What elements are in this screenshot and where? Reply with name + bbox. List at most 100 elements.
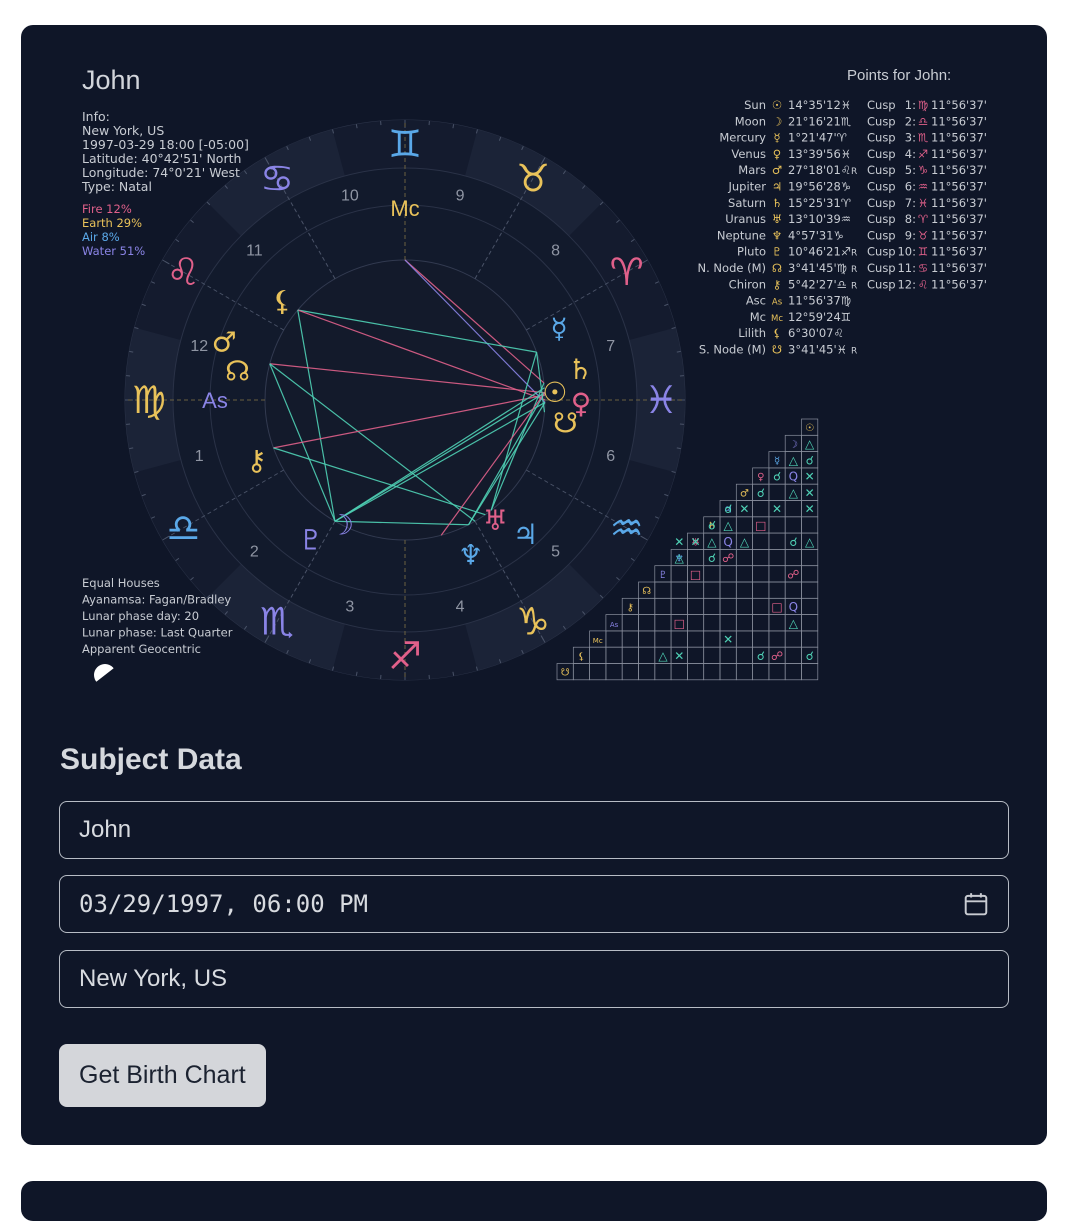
point-name: N. Node (M) — [698, 261, 766, 275]
aspect-grid-cell — [736, 566, 752, 582]
house-number: 2 — [250, 544, 259, 561]
aspect-grid-cell — [704, 631, 720, 647]
aspect-symbol-icon: ☍ — [722, 551, 734, 565]
cusp-sign-icon: ♓ — [918, 196, 928, 210]
house-number: 11 — [246, 242, 263, 259]
point-glyph-icon: ♇ — [772, 245, 782, 259]
aspect-symbol-icon: Q — [723, 535, 732, 549]
cusp-label: Cusp — [867, 131, 896, 145]
cusp-sign-icon: ♒ — [918, 180, 928, 194]
point-name: Jupiter — [728, 180, 767, 194]
aspect-grid-cell — [769, 582, 785, 598]
point-value: 15°25'31♈ — [788, 196, 852, 210]
aspect-grid-cell — [671, 566, 687, 582]
aspect-symbol-icon: △ — [805, 535, 815, 549]
aspect-grid-cell — [720, 615, 736, 631]
degree-tick — [677, 448, 681, 449]
aspect-grid-cell — [687, 598, 703, 614]
planet-icon: ☿ — [550, 312, 567, 345]
aspect-grid-cell — [736, 517, 752, 533]
cusp-number: 9: — [905, 228, 916, 242]
cusp-label: Cusp — [867, 163, 896, 177]
point-glyph-icon: ♀ — [773, 147, 781, 161]
chart-detail-line: Lunar phase: Last Quarter — [82, 626, 233, 640]
cusp-value: 11°56'37' — [931, 147, 987, 161]
aspect-symbol-icon: □ — [674, 616, 685, 630]
aspect-grid-cell — [769, 484, 785, 500]
aspect-grid-cell — [687, 631, 703, 647]
planet-icon: ⚷ — [246, 444, 267, 477]
point-name: Pluto — [737, 245, 766, 259]
datetime-input[interactable]: 03/29/1997, 06:00 PM — [59, 875, 1009, 933]
cusp-sign-icon: ♉ — [918, 228, 928, 242]
name-input[interactable] — [59, 801, 1009, 859]
points-title: Points for John: — [847, 67, 951, 84]
point-name: Sun — [744, 98, 766, 112]
point-value: 13°39'56♓ — [788, 147, 851, 161]
aspect-grid-cell — [606, 664, 622, 680]
cusp-sign-icon: ♎ — [918, 114, 928, 128]
aspect-grid-cell — [704, 664, 720, 680]
planet-icon: ☽ — [329, 509, 354, 542]
aspect-grid-cell — [753, 615, 769, 631]
aspect-grid-cell — [802, 582, 818, 598]
aspect-symbol-icon: ☌ — [789, 535, 797, 549]
info-line: Longitude: 74°0'21' West — [82, 165, 240, 180]
location-input[interactable] — [59, 950, 1009, 1008]
point-glyph-icon: Mc — [771, 314, 783, 324]
aspect-grid-point-icon: As — [610, 621, 619, 629]
cusp-value: 11°56'37' — [931, 261, 987, 275]
point-value: 11°56'37♍ — [788, 294, 851, 308]
aspect-grid-cell — [753, 501, 769, 517]
cusp-number: 4: — [905, 147, 916, 161]
aspect-symbol-icon: ☌ — [708, 518, 716, 532]
house-number: 4 — [456, 599, 465, 616]
point-glyph-icon: As — [772, 298, 783, 308]
aspect-grid-cell — [687, 549, 703, 565]
house-number: 3 — [345, 599, 354, 616]
aspect-symbol-icon: ☌ — [757, 649, 765, 663]
point-value: 19°56'28♑ — [788, 180, 851, 194]
aspect-grid-cell — [802, 615, 818, 631]
aspect-grid-cell — [671, 582, 687, 598]
aspect-grid-cell — [753, 582, 769, 598]
aspect-symbol-icon: △ — [789, 453, 799, 467]
calendar-icon[interactable] — [963, 891, 989, 917]
midheaven-label: Mc — [390, 196, 419, 221]
aspect-grid-cell — [655, 582, 671, 598]
cusp-number: 11: — [897, 261, 916, 275]
birth-chart: ♍♌♋♊♉♈♓♒♑♐♏♎123456789101112AsMc☉♄♀☿☋♅♃♆☽… — [21, 25, 1047, 725]
point-name: Neptune — [717, 228, 766, 242]
aspect-grid-cell — [802, 598, 818, 614]
point-name: S. Node (M) — [699, 343, 766, 357]
point-value: 12°59'24♊ — [788, 310, 851, 324]
aspect-grid-cell — [753, 566, 769, 582]
cusp-sign-icon: ♌ — [918, 277, 928, 291]
aspect-grid-cell — [753, 549, 769, 565]
zodiac-sign-icon: ♏ — [260, 600, 294, 644]
point-value: 21°16'21♏ — [788, 114, 851, 128]
point-value: 6°30'07♌ — [788, 326, 844, 340]
aspect-symbol-icon: ☌ — [773, 470, 781, 484]
zodiac-sign-icon: ♑ — [516, 600, 550, 644]
aspect-grid-cell — [704, 598, 720, 614]
point-glyph-icon: ♅ — [772, 212, 782, 226]
cusp-label: Cusp — [867, 147, 896, 161]
planet-icon: ♄ — [568, 353, 593, 386]
point-name: Uranus — [725, 212, 766, 226]
get-birth-chart-button[interactable]: Get Birth Chart — [59, 1044, 266, 1107]
cusp-sign-icon: ♊ — [918, 245, 928, 259]
aspect-grid-cell — [769, 615, 785, 631]
zodiac-sign-icon: ♈ — [610, 250, 644, 294]
aspect-symbol-icon: ✕ — [674, 649, 684, 663]
aspect-grid-cell — [785, 501, 801, 517]
aspect-grid-cell — [769, 533, 785, 549]
aspect-grid-point-icon: ☿ — [774, 456, 780, 467]
aspect-grid-cell — [655, 615, 671, 631]
point-glyph-icon: ☊ — [772, 261, 782, 275]
aspect-grid-cell — [720, 566, 736, 582]
aspect-grid-point-icon: ♇ — [658, 570, 667, 581]
house-number: 12 — [190, 338, 208, 355]
cusp-label: Cusp — [867, 98, 896, 112]
point-name: Venus — [731, 147, 766, 161]
